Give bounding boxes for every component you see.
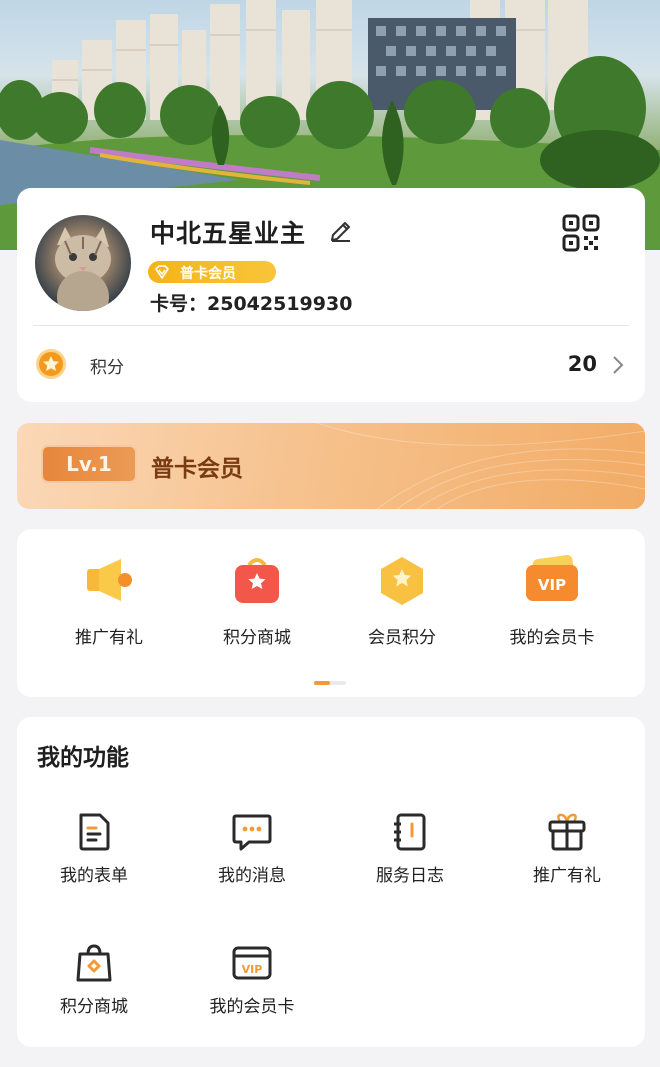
shortcut-label: 推广有礼 (75, 628, 143, 648)
func-my-forms[interactable]: 我的表单 (19, 812, 169, 902)
my-functions-card: 我的功能 我的表单 我的消息 服务日志 推广有礼 积分商城 VIP 我的会员卡 (17, 717, 645, 1047)
vip-card-outline-icon: VIP (232, 946, 272, 980)
func-label: 我的会员卡 (209, 997, 295, 1017)
func-label: 我的表单 (60, 866, 128, 886)
megaphone-icon (87, 559, 132, 601)
shortcut-points-mall[interactable]: 积分商城 (187, 555, 327, 655)
page-indicator-active (314, 681, 330, 685)
member-badge: 普卡会员 (148, 261, 276, 283)
func-label: 我的消息 (218, 866, 286, 886)
service-log-icon (394, 813, 426, 851)
card-number: 卡号：25042519930 (150, 293, 353, 315)
shortcut-vip-card[interactable]: VIP 我的会员卡 (482, 555, 622, 655)
shortcut-label: 我的会员卡 (509, 628, 595, 648)
shopping-bag-icon (76, 944, 112, 982)
diamond-icon (155, 265, 169, 279)
svg-text:VIP: VIP (242, 963, 263, 976)
func-label: 积分商城 (60, 997, 128, 1017)
username: 中北五星业主 (150, 219, 307, 248)
func-label: 推广有礼 (533, 866, 601, 886)
vip-card-icon: VIP (526, 555, 578, 601)
form-icon (79, 813, 110, 851)
shortcut-label: 会员积分 (368, 628, 436, 648)
shortcut-card: 推广有礼 积分商城 会员积分 VIP 我的会员卡 (17, 529, 645, 697)
page-indicator (314, 681, 346, 685)
avatar[interactable] (35, 215, 131, 311)
func-my-messages[interactable]: 我的消息 (177, 812, 327, 902)
func-points-mall[interactable]: 积分商城 (19, 943, 169, 1033)
level-tag-text: Lv.1 (66, 452, 112, 476)
qr-code-icon[interactable] (562, 214, 600, 252)
func-service-log[interactable]: 服务日志 (335, 812, 485, 902)
svg-text:VIP: VIP (538, 576, 566, 594)
level-name: 普卡会员 (151, 456, 243, 482)
profile-card: 中北五星业主 普卡会员 卡号：25042519930 积分 20 (17, 188, 645, 402)
store-bag-icon (235, 558, 279, 603)
shortcut-member-points[interactable]: 会员积分 (332, 555, 472, 655)
section-title: 我的功能 (37, 745, 129, 771)
message-icon (232, 814, 272, 851)
edit-pencil-icon[interactable] (328, 218, 354, 244)
chevron-right-icon[interactable] (611, 354, 625, 376)
level-tag: Lv.1 (41, 445, 137, 483)
shortcut-label: 积分商城 (223, 628, 291, 648)
member-badge-label: 普卡会员 (180, 266, 236, 282)
func-vip-card[interactable]: VIP 我的会员卡 (177, 943, 327, 1033)
shortcut-promotion[interactable]: 推广有礼 (39, 555, 179, 655)
gift-icon (548, 813, 586, 851)
func-promotion[interactable]: 推广有礼 (492, 812, 642, 902)
member-level-card[interactable]: Lv.1 普卡会员 (17, 423, 645, 509)
points-star-icon (36, 349, 66, 379)
points-label: 积分 (90, 358, 124, 378)
func-label: 服务日志 (376, 866, 444, 886)
points-value[interactable]: 20 (568, 352, 597, 376)
points-hexagon-icon (381, 557, 423, 605)
divider (33, 325, 629, 326)
